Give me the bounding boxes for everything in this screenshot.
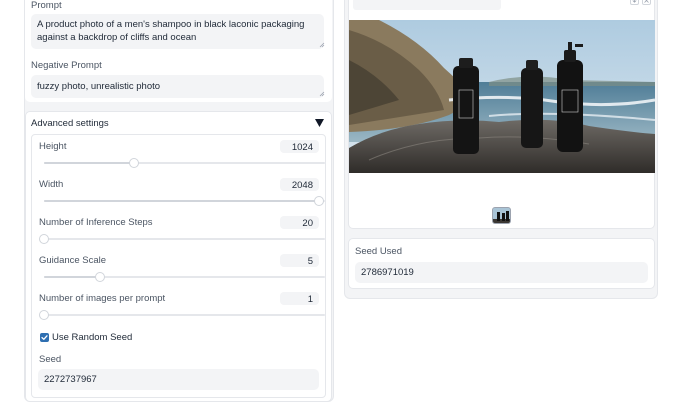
prompt-label: Prompt <box>31 0 62 11</box>
image-gallery <box>348 0 655 229</box>
generated-image[interactable] <box>349 20 655 173</box>
prompt-block: Prompt A product photo of a men's shampo… <box>25 0 332 102</box>
seed-used-block: Seed Used 2786971019 <box>348 238 655 289</box>
images-per-prompt-slider-thumb[interactable] <box>39 310 49 320</box>
download-icon[interactable] <box>630 0 639 5</box>
guidance-scale-label: Guidance Scale <box>39 255 107 266</box>
height-label: Height <box>39 141 67 152</box>
inference-steps-slider-thumb[interactable] <box>39 234 49 244</box>
seed-used-output: 2786971019 <box>355 262 648 283</box>
random-seed-checkbox[interactable] <box>40 333 49 342</box>
guidance-scale-slider-fill <box>44 276 101 278</box>
height-slider-fill <box>44 162 134 164</box>
advanced-settings-header[interactable]: Advanced settings <box>26 112 331 134</box>
prompt-resize-handle-icon[interactable] <box>319 42 325 48</box>
negative-prompt-label: Negative Prompt <box>31 60 102 71</box>
gallery-thumbnail[interactable] <box>492 207 511 224</box>
guidance-scale-slider-thumb[interactable] <box>95 272 106 282</box>
width-slider-fill <box>44 200 320 202</box>
collapse-triangle-icon[interactable] <box>315 119 324 127</box>
images-per-prompt-label: Number of images per prompt <box>39 293 166 304</box>
gallery-label-badge <box>353 0 501 10</box>
images-per-prompt-slider[interactable] <box>39 310 325 320</box>
checkmark-icon <box>41 335 48 340</box>
height-slider-thumb[interactable] <box>128 158 139 168</box>
guidance-scale-slider[interactable] <box>44 272 325 282</box>
thumbnail-image <box>493 208 510 223</box>
width-slider-thumb[interactable] <box>314 196 325 206</box>
random-seed-label[interactable]: Use Random Seed <box>52 332 132 343</box>
advanced-settings-title: Advanced settings <box>31 118 109 129</box>
seed-label: Seed <box>39 354 62 365</box>
images-per-prompt-number-input[interactable]: 1 <box>280 292 319 305</box>
prompt-textarea[interactable]: A product photo of a men's shampoo in bl… <box>31 14 324 49</box>
inference-steps-slider[interactable] <box>39 234 325 244</box>
width-number-input[interactable]: 2048 <box>280 178 319 191</box>
seed-used-label: Seed Used <box>355 246 403 257</box>
advanced-settings-body: Height 1024 Width 2048 Number of Inferen… <box>31 134 326 398</box>
width-label: Width <box>39 179 64 190</box>
negative-prompt-textarea[interactable]: fuzzy photo, unrealistic photo <box>31 75 324 98</box>
inference-steps-label: Number of Inference Steps <box>39 217 153 228</box>
inference-steps-number-input[interactable]: 20 <box>280 216 319 229</box>
width-slider[interactable] <box>44 196 325 206</box>
advanced-settings-accordion: Advanced settings Height 1024 Width 2048… <box>25 111 332 402</box>
close-icon[interactable] <box>642 0 651 5</box>
guidance-scale-number-input[interactable]: 5 <box>280 254 319 267</box>
height-number-input[interactable]: 1024 <box>280 140 319 153</box>
height-slider[interactable] <box>44 158 325 168</box>
seed-input[interactable]: 2272737967 <box>38 369 319 390</box>
negative-prompt-resize-handle-icon[interactable] <box>319 91 325 97</box>
